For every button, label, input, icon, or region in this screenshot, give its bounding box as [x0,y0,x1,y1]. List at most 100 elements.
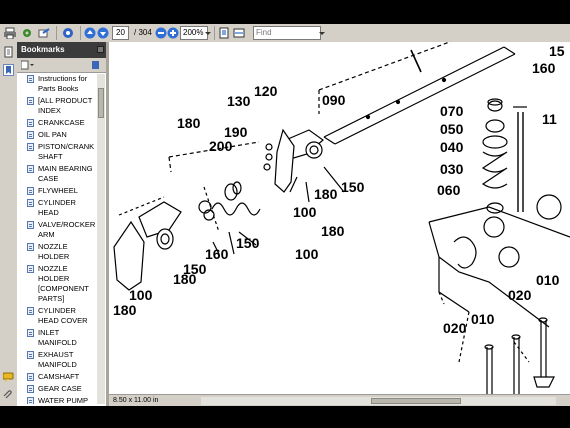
bookmark-item[interactable]: FLYWHEEL [17,186,97,196]
new-bookmark-icon[interactable] [91,60,101,70]
callout-label: 100 [129,287,153,303]
page-number-input[interactable]: 20 [112,26,129,40]
callout-label: 160 [205,246,229,262]
bookmarks-toolbar [17,58,106,73]
bookmark-options-icon[interactable] [20,60,34,70]
bookmark-page-icon [27,165,34,173]
bookmark-page-icon [27,97,34,105]
callout-label: 060 [437,182,461,198]
bookmark-item[interactable]: Instructions for Parts Books [17,74,97,94]
bookmark-item[interactable]: [ALL PRODUCT INDEX [17,96,97,116]
callout-label: 040 [440,139,464,155]
bookmark-page-icon [27,243,34,251]
callout-label: 180 [321,223,345,239]
bookmark-label: VALVE/ROCKER ARM [38,220,96,239]
callout-label: 11 [542,111,557,127]
print-icon[interactable] [4,27,16,40]
chevron-down-icon[interactable] [204,27,212,39]
comment-icon[interactable] [2,372,14,382]
bookmark-item[interactable]: VALVE/ROCKER ARM [17,220,97,240]
callout-label: 090 [322,92,346,108]
page-size-label: 8.50 x 11.00 in [113,397,159,404]
window-bottom-edge [0,406,570,428]
callout-label: 180 [314,186,338,202]
bookmark-label: WATER PUMP [38,396,88,404]
bookmark-page-icon [27,397,34,404]
callout-label: 100 [293,204,317,220]
bookmark-item[interactable]: GEAR CASE [17,384,97,394]
previous-page-icon[interactable] [84,27,96,39]
pages-icon[interactable] [3,46,14,58]
bookmark-item[interactable]: CYLINDER HEAD [17,198,97,218]
callout-label: 050 [440,121,464,137]
bookmark-label: FLYWHEEL [38,186,78,195]
fit-page-icon[interactable] [218,27,230,39]
window-top-edge [0,0,570,24]
bookmark-label: [ALL PRODUCT INDEX [38,96,93,115]
bookmark-item[interactable]: NOZZLE HOLDER [COMPONENT PARTS] [17,264,97,304]
bookmark-label: EXHAUST MANIFOLD [38,350,77,369]
bookmark-page-icon [27,221,34,229]
callout-label: 160 [532,60,556,76]
callout-label: 070 [440,103,464,119]
bookmark-item[interactable]: EXHAUST MANIFOLD [17,350,97,370]
zoom-out-icon[interactable] [155,27,167,39]
bookmark-item[interactable]: INLET MANIFOLD [17,328,97,348]
tools-icon[interactable] [21,27,33,39]
callout-label: 150 [236,235,260,251]
bookmark-label: CYLINDER HEAD [38,198,76,217]
bookmark-label: INLET MANIFOLD [38,328,77,347]
toolbar-separator [80,26,81,40]
zoom-in-icon[interactable] [167,27,179,39]
callout-label: 030 [440,161,464,177]
document-view[interactable]: 180 120 130 090 190 200 180 150 100 070 … [109,42,570,394]
bookmark-label: NOZZLE HOLDER [38,242,70,261]
bookmark-label: PISTON/CRANK SHAFT [38,142,95,161]
bookmark-page-icon [27,187,34,195]
bookmarks-tab-icon[interactable] [3,64,14,76]
bookmark-label: CYLINDER HEAD COVER [38,306,88,325]
find-input[interactable]: Find [253,26,321,40]
find-options-icon[interactable] [318,27,326,39]
bookmark-item[interactable]: CYLINDER HEAD COVER [17,306,97,326]
callout-labels: 180 120 130 090 190 200 180 150 100 070 … [113,43,565,336]
close-panel-icon[interactable] [97,46,104,53]
bookmarks-scrollbar[interactable] [97,74,105,404]
bookmark-item[interactable]: OIL PAN [17,130,97,140]
horizontal-scrollbar[interactable] [201,397,556,405]
bookmark-item[interactable]: PISTON/CRANK SHAFT [17,142,97,162]
callout-label: 020 [443,320,467,336]
attachment-icon[interactable] [3,390,14,400]
bookmark-list: Instructions for Parts Books [ALL PRODUC… [17,74,97,404]
callout-label: 15 [549,43,565,59]
bookmark-label: CRANKCASE [38,118,85,127]
bookmark-label: CAMSHAFT [38,372,80,381]
callout-label: 150 [341,179,365,195]
callout-label: 180 [177,115,201,131]
next-page-icon[interactable] [97,27,109,39]
fit-width-icon[interactable] [233,27,245,39]
navigation-pane-strip [0,42,18,406]
callout-label: 200 [209,138,233,154]
scrollbar-thumb[interactable] [371,398,461,404]
scrollbar-thumb[interactable] [98,88,104,118]
share-icon[interactable] [38,27,50,39]
toolbar-separator [56,26,57,40]
bookmark-page-icon [27,75,34,83]
exploded-parts-diagram: 180 120 130 090 190 200 180 150 100 070 … [113,42,570,394]
toolbar: 20 / 304 200% Find [0,24,570,43]
bookmark-item[interactable]: CAMSHAFT [17,372,97,382]
settings-icon[interactable] [62,27,74,39]
callout-label: 130 [227,93,251,109]
bookmark-page-icon [27,119,34,127]
bookmark-item[interactable]: NOZZLE HOLDER [17,242,97,262]
bookmark-item[interactable]: MAIN BEARING CASE [17,164,97,184]
bookmark-page-icon [27,351,34,359]
bookmark-label: MAIN BEARING CASE [38,164,93,183]
bookmarks-panel-title: Bookmarks [17,42,106,58]
bookmark-item[interactable]: WATER PUMP [17,396,97,404]
bookmark-label: Instructions for Parts Books [38,74,88,93]
bookmark-item[interactable]: CRANKCASE [17,118,97,128]
bookmark-page-icon [27,131,34,139]
callout-label: 120 [254,83,278,99]
